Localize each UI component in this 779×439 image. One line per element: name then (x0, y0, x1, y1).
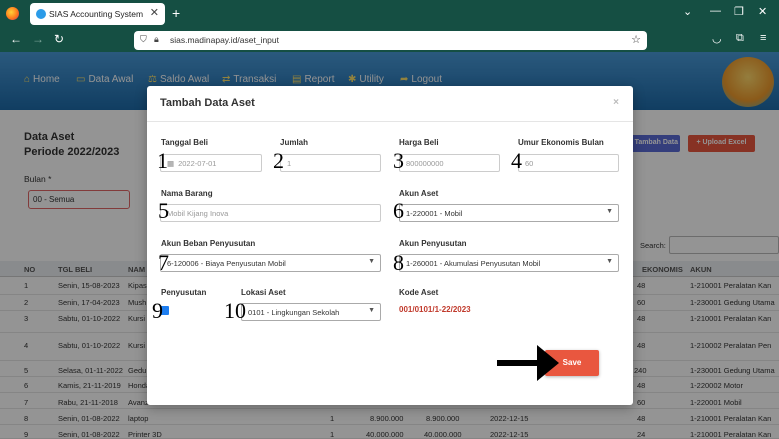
url-text[interactable]: sias.madinapay.id/aset_input (170, 35, 279, 45)
annotation-number: 4 (511, 148, 522, 173)
penyusutan-label: Penyusutan (161, 288, 207, 297)
annotation-number: 8 (393, 250, 404, 275)
new-tab-icon[interactable]: + (172, 5, 180, 21)
harga-beli-input[interactable]: 800000000 (399, 154, 500, 172)
menu-icon[interactable]: ≡ (760, 32, 766, 44)
shield-icon[interactable]: ⛉ (140, 34, 147, 45)
annotation-number: 2 (273, 148, 284, 173)
lock-icon[interactable]: 🔒︎ (154, 34, 159, 45)
annotation-arrow-head (537, 345, 559, 381)
calendar-icon: ▦ (167, 159, 175, 168)
chevron-down-icon[interactable]: ⌄ (683, 5, 692, 18)
annotation-number: 3 (393, 148, 404, 173)
umur-ekonomis-label: Umur Ekonomis Bulan (518, 138, 604, 147)
annotation-arrow (497, 360, 539, 366)
modal-title: Tambah Data Aset (160, 97, 255, 109)
akun-beban-select[interactable]: 6-120006 - Biaya Penyusutan Mobil ▼ (160, 254, 381, 272)
lokasi-aset-label: Lokasi Aset (241, 288, 286, 297)
tab-title: SIAS Accounting System (49, 9, 144, 19)
restore-icon[interactable]: ❐ (734, 5, 744, 18)
umur-ekonomis-input[interactable]: 60 (518, 154, 619, 172)
kode-aset-value: 001/0101/1-22/2023 (399, 305, 471, 314)
browser-nav-bar: ← → ↻ ⛉ 🔒︎ sias.madinapay.id/aset_input … (0, 28, 779, 52)
akun-penyusutan-select[interactable]: 1-260001 - Akumulasi Penyusutan Mobil ▼ (399, 254, 619, 272)
akun-aset-select[interactable]: 1-220001 - Mobil ▼ (399, 204, 619, 222)
annotation-number: 6 (393, 198, 404, 223)
chevron-down-icon: ▼ (606, 208, 613, 215)
close-icon[interactable]: ✕ (150, 6, 159, 19)
close-icon[interactable]: × (613, 97, 619, 108)
address-bar[interactable]: ⛉ 🔒︎ sias.madinapay.id/aset_input ☆ (134, 31, 647, 50)
firefox-icon[interactable] (6, 7, 19, 20)
browser-tab-bar: SIAS Accounting System ✕ + ⌄ — ❐ ✕ (0, 0, 779, 28)
akun-aset-label: Akun Aset (399, 189, 439, 198)
jumlah-label: Jumlah (280, 138, 309, 147)
extensions-icon[interactable]: ⧉ (736, 32, 744, 45)
chevron-down-icon: ▼ (606, 258, 613, 265)
nama-barang-label: Nama Barang (161, 189, 213, 198)
reload-icon[interactable]: ↻ (54, 32, 64, 46)
tanggal-beli-label: Tanggal Beli (161, 138, 208, 147)
jumlah-input[interactable]: 1 (280, 154, 381, 172)
site-favicon-icon (36, 9, 46, 19)
tanggal-beli-input[interactable]: ▦ 2022-07-01 (160, 154, 262, 172)
harga-beli-label: Harga Beli (399, 138, 439, 147)
annotation-number: 5 (158, 198, 169, 223)
annotation-number: 7 (158, 250, 169, 275)
akun-penyusutan-label: Akun Penyusutan (399, 239, 467, 248)
lokasi-aset-select[interactable]: 0101 - Lingkungan Sekolah ▼ (241, 303, 381, 321)
back-icon[interactable]: ← (10, 32, 22, 46)
modal-header: Tambah Data Aset × (147, 86, 633, 122)
forward-icon[interactable]: → (32, 32, 44, 46)
akun-beban-label: Akun Beban Penyusutan (161, 239, 256, 248)
kode-aset-label: Kode Aset (399, 288, 439, 297)
pocket-icon[interactable]: ◡ (712, 32, 722, 45)
annotation-number: 1 (157, 148, 168, 173)
chevron-down-icon: ▼ (368, 307, 375, 314)
close-window-icon[interactable]: ✕ (758, 5, 767, 18)
annotation-number: 10 (224, 298, 246, 323)
browser-tab[interactable]: SIAS Accounting System ✕ (30, 3, 165, 25)
annotation-number: 9 (152, 298, 163, 323)
bookmark-star-icon[interactable]: ☆ (631, 33, 641, 46)
tambah-data-aset-modal: Tambah Data Aset × Tanggal Beli ▦ 2022-07… (147, 86, 633, 405)
chevron-down-icon: ▼ (368, 258, 375, 265)
minimize-icon[interactable]: — (710, 5, 721, 17)
nama-barang-input[interactable]: Mobil Kijang Inova (160, 204, 381, 222)
